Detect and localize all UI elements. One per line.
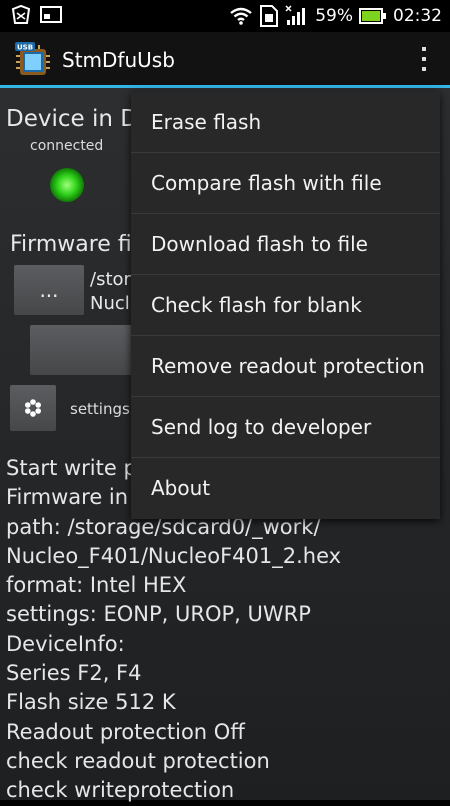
menu-item-remove-readout-protection[interactable]: Remove readout protection [131, 336, 440, 397]
log-line: Nucleo_F401/NucleoF401_2.hex [6, 543, 342, 568]
menu-item-compare-flash[interactable]: Compare flash with file [131, 153, 440, 214]
connection-led-icon [50, 168, 84, 202]
log-line: Series F2, F4 [6, 661, 142, 686]
sim-icon [260, 5, 279, 27]
app-notification-icon [11, 4, 31, 24]
connected-label: connected [30, 138, 104, 154]
status-bar: 59% 02:32 [0, 0, 450, 32]
menu-item-erase-flash[interactable]: Erase flash [131, 92, 440, 153]
menu-item-about[interactable]: About [131, 458, 440, 518]
battery-icon [359, 8, 386, 24]
firmware-path: /stor Nucl [90, 269, 131, 314]
log-line: format: Intel HEX [6, 573, 187, 598]
settings-label: settings [70, 400, 130, 418]
log-line: Readout protection Off [6, 719, 245, 744]
firmware-label: Firmware fi [10, 232, 132, 257]
overflow-menu-icon[interactable] [416, 44, 432, 74]
log-line: DeviceInfo: [6, 631, 125, 656]
log-line: settings: EONP, UROP, UWRP [6, 602, 311, 627]
device-title: Device in D [6, 106, 138, 132]
svg-text:USB: USB [17, 44, 33, 52]
log-line: check writeprotection [6, 778, 235, 803]
clock: 02:32 [393, 6, 442, 26]
app-title: StmDfuUsb [62, 48, 175, 72]
log-line: check readout protection [6, 748, 270, 773]
screenshot-icon [40, 6, 62, 23]
settings-button[interactable] [10, 385, 56, 431]
menu-item-download-flash[interactable]: Download flash to file [131, 214, 440, 275]
menu-item-check-blank[interactable]: Check flash for blank [131, 275, 440, 336]
action-bar: USB StmDfuUsb [0, 32, 450, 88]
log-line: Flash size 512 K [6, 690, 176, 715]
wifi-icon [230, 7, 252, 25]
menu-item-send-log[interactable]: Send log to developer [131, 397, 440, 458]
battery-percent: 59% [315, 6, 353, 26]
browse-file-button[interactable]: ... [14, 265, 84, 315]
signal-icon [285, 5, 306, 25]
overflow-menu: Erase flash Compare flash with file Down… [131, 92, 440, 519]
gear-icon [25, 399, 41, 417]
usb-chip-icon[interactable]: USB [14, 41, 52, 79]
